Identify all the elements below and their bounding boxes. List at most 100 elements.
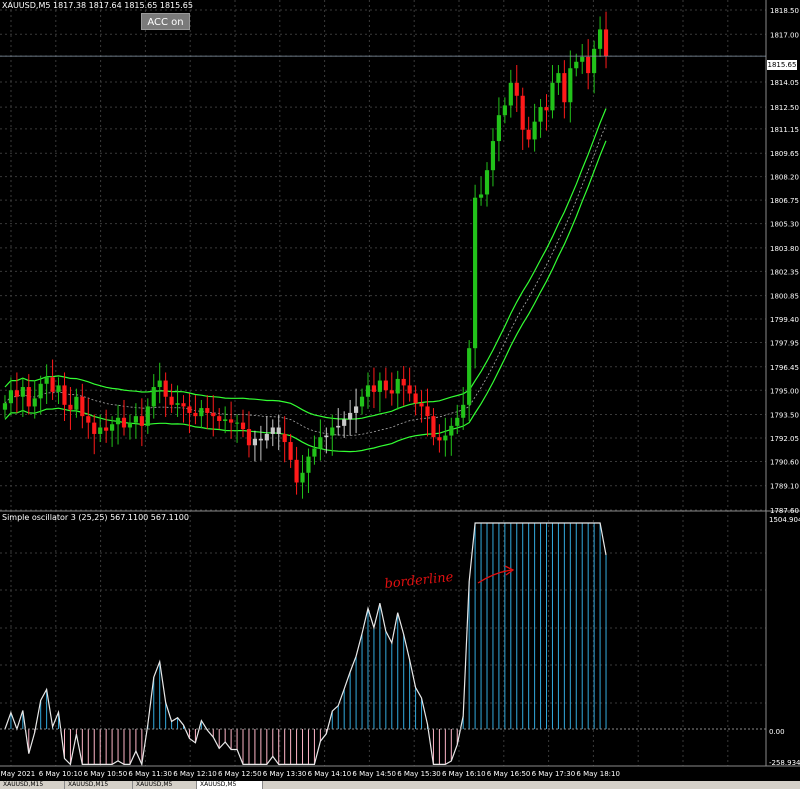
candle-body [252, 438, 257, 446]
acc-on-button[interactable]: ACC on [141, 13, 190, 30]
candle-body [56, 385, 61, 392]
time-tick-label: 6 May 10:10 [39, 770, 83, 778]
candle-body [592, 48, 597, 74]
chart-grid [0, 0, 766, 766]
candle-body [568, 68, 573, 103]
price-tick-label: 1796.45 [770, 364, 799, 372]
candle-body [514, 82, 519, 96]
candle-body [461, 404, 466, 418]
candle-body [240, 422, 246, 430]
candle-body [74, 396, 79, 410]
time-tick-label: 6 May 2021 [0, 770, 35, 778]
upper-band [4, 108, 607, 420]
candle-body [258, 438, 263, 441]
chart-axes [0, 0, 800, 767]
candle-body [300, 472, 305, 483]
candle-body [92, 422, 97, 434]
price-tick-label: 1818.50 [770, 7, 799, 15]
candle-body [550, 82, 555, 111]
candle-body [229, 419, 234, 423]
candle-body [437, 437, 442, 441]
candle-body [104, 427, 109, 431]
symbol-info-label: XAUUSD,M5 1817.38 1817.64 1815.65 1815.6… [2, 1, 193, 10]
candle-body [520, 95, 525, 130]
chart-tabs-bar: XAUUSD,M15 XAUUSD,M15 XAUUSD,M5 XAUUSD,M… [0, 781, 800, 789]
price-tick-label: 1808.20 [770, 174, 799, 182]
annotation-arrow [477, 569, 513, 584]
candle-body [490, 141, 496, 171]
candle-body [467, 348, 472, 405]
oscillator-title: Simple oscillator 3 (25,25) 567.1100 567… [2, 513, 189, 522]
candle-body [8, 390, 14, 404]
candle-body [425, 406, 430, 417]
candle-body [556, 73, 561, 83]
candle-body [574, 61, 579, 69]
price-tick-label: 1812.50 [770, 104, 799, 112]
price-tick-label: 1789.10 [770, 483, 799, 491]
candle-body [38, 383, 43, 399]
price-tick-label: 1802.35 [770, 268, 799, 276]
candle-body [336, 425, 341, 428]
candle-body [157, 380, 162, 388]
oscillator-axis-labels: 1504.9045 0.00 -258.9345 [769, 516, 800, 767]
candle-body [139, 416, 144, 426]
candle-body [496, 115, 501, 142]
oscillator-tick-label: 1504.9045 [769, 516, 800, 524]
annotation-text: borderline [384, 570, 454, 592]
time-tick-label: 6 May 13:30 [263, 770, 307, 778]
time-tick-label: 6 May 14:10 [308, 770, 352, 778]
candle-body [211, 412, 216, 417]
candle-body [294, 459, 299, 483]
candle-body [276, 427, 281, 434]
candle-body [14, 390, 19, 397]
oscillator-histogram [10, 523, 607, 765]
candle-body [199, 408, 204, 417]
candle-body [234, 422, 240, 424]
candle-body [562, 73, 567, 103]
candle-body [330, 427, 335, 436]
candle-body [413, 393, 418, 404]
candle-body [603, 29, 609, 57]
candle-body [32, 398, 37, 407]
candle-body [359, 396, 365, 407]
time-tick-label: 6 May 17:30 [532, 770, 576, 778]
candle-body [312, 448, 317, 457]
time-tick-label: 6 May 16:50 [487, 770, 531, 778]
price-tick-label: 1799.40 [770, 316, 799, 324]
candle-body [342, 419, 347, 426]
envelope-bands [4, 108, 607, 453]
borderline-annotation: borderline [384, 565, 515, 592]
candle-body [365, 385, 371, 397]
chart-tab-active[interactable]: XAUUSD,M5 [197, 781, 263, 789]
chart-canvas[interactable]: 1818.50 1817.00 1814.05 1812.50 1811.15 1809.… [0, 0, 800, 789]
candle-body [2, 403, 8, 410]
candle-body [163, 380, 168, 397]
candle-body [175, 403, 180, 405]
price-candles [2, 11, 609, 499]
price-tick-label: 1805.30 [770, 221, 799, 229]
candle-body [484, 170, 490, 195]
lower-band [4, 140, 607, 453]
candle-body [348, 412, 353, 420]
price-tick-label: 1806.75 [770, 197, 799, 205]
candle-body [193, 412, 198, 417]
candle-body [508, 82, 513, 106]
time-tick-label: 6 May 12:10 [173, 770, 217, 778]
candle-body [50, 377, 55, 392]
time-axis-labels: 6 May 2021 6 May 10:106 May 10:506 May 11… [0, 770, 620, 778]
price-tick-label: 1800.85 [770, 293, 799, 301]
time-tick-label: 6 May 10:50 [84, 770, 128, 778]
candle-body [127, 422, 133, 428]
chart-tab[interactable]: XAUUSD,M5 [133, 781, 197, 789]
oscillator-line [4, 522, 607, 767]
candle-body [264, 433, 269, 441]
price-tick-label: 1809.65 [770, 150, 799, 158]
chart-tab[interactable]: XAUUSD,M15 [65, 781, 133, 789]
chart-tab[interactable]: XAUUSD,M15 [0, 781, 65, 789]
time-tick-label: 6 May 12:50 [218, 770, 262, 778]
candle-body [20, 387, 25, 397]
middle-band [4, 124, 607, 436]
price-tick-label: 1790.60 [770, 458, 799, 466]
candle-body [80, 396, 85, 417]
candle-body [145, 406, 150, 426]
